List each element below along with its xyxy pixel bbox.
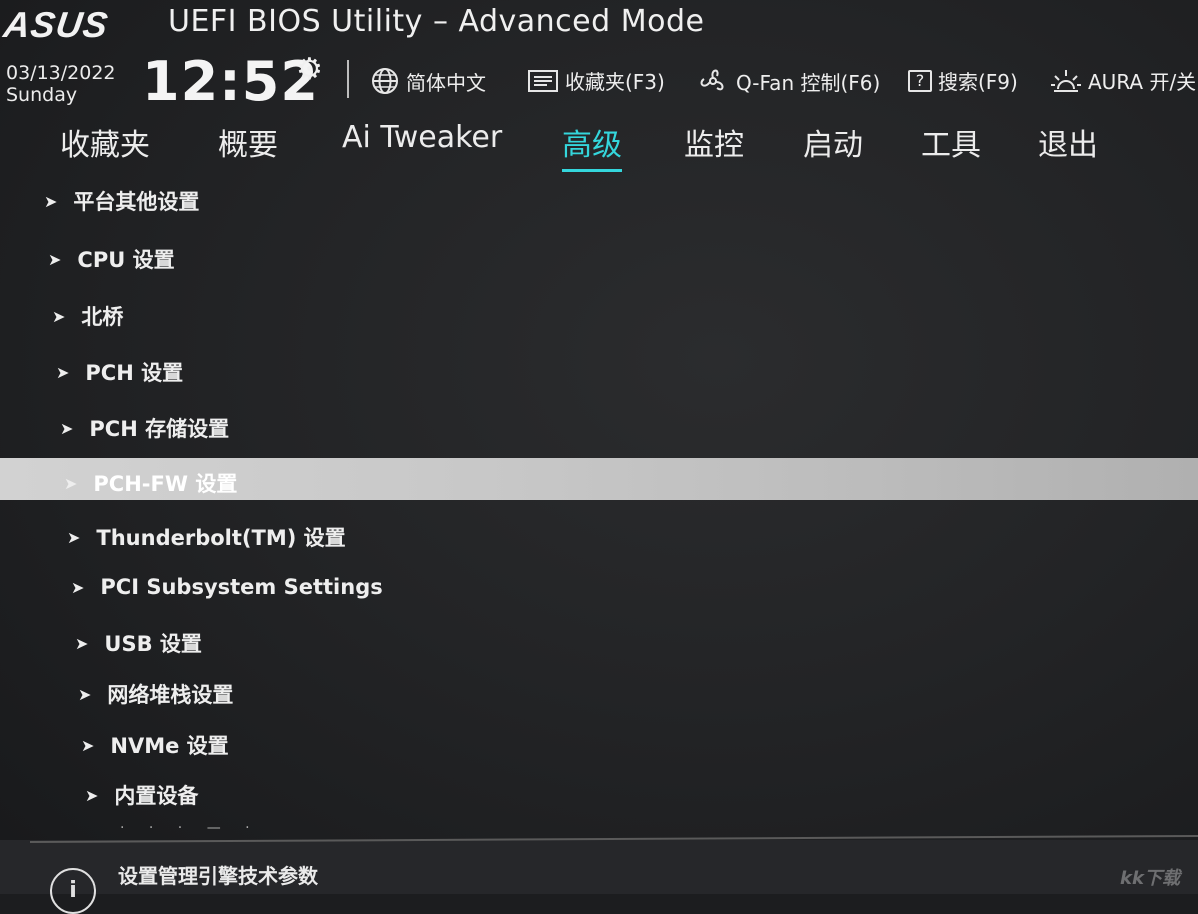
aura-button[interactable]: AURA 开/关	[1050, 66, 1196, 95]
header-bar: ASUS UEFI BIOS Utility – Advanced Mode 0…	[0, 0, 1198, 118]
menu-item-pch[interactable]: ➤ PCH 设置	[56, 357, 183, 387]
info-icon: i	[50, 868, 96, 914]
menu-item-thunderbolt[interactable]: ➤ Thunderbolt(TM) 设置	[67, 522, 346, 552]
chevron-right-icon: ➤	[64, 473, 78, 493]
language-button[interactable]: 简体中文	[370, 66, 486, 96]
menu-item-label: PCI Subsystem Settings	[100, 575, 383, 599]
menu-item-network-stack[interactable]: ➤ 网络堆栈设置	[78, 679, 233, 709]
date-value: 03/13/2022	[6, 62, 116, 84]
menu-item-label: Thunderbolt(TM) 设置	[96, 526, 346, 550]
menu-item-label: USB 设置	[104, 632, 202, 656]
aura-light-icon	[1050, 67, 1082, 95]
menu-item-label: 平台其他设置	[73, 190, 200, 214]
fan-icon	[696, 66, 730, 96]
menu-item-label: PCH 存储设置	[89, 417, 230, 441]
chevron-right-icon: ➤	[52, 306, 66, 326]
chevron-right-icon: ➤	[85, 785, 99, 805]
favorites-label: 收藏夹(F3)	[565, 70, 665, 94]
tab-tool[interactable]: 工具	[921, 120, 981, 164]
menu-item-label: CPU 设置	[77, 248, 175, 272]
aura-label: AURA 开/关	[1088, 70, 1197, 94]
qfan-label: Q-Fan 控制(F6)	[736, 70, 881, 95]
qfan-button[interactable]: Q-Fan 控制(F6)	[696, 66, 880, 96]
tab-exit[interactable]: 退出	[1038, 120, 1098, 164]
more-items-indicator: · · · — ·	[120, 820, 260, 836]
menu-item-onboard-devices[interactable]: ➤ 内置设备	[85, 780, 198, 810]
header-divider	[347, 60, 349, 98]
weekday-value: Sunday	[6, 84, 78, 106]
help-description: 设置管理引擎技术参数	[118, 864, 318, 888]
menu-item-usb[interactable]: ➤ USB 设置	[75, 628, 202, 658]
chevron-right-icon: ➤	[75, 633, 89, 653]
tab-advanced[interactable]: 高级	[562, 120, 622, 172]
tab-boot[interactable]: 启动	[803, 120, 863, 164]
tab-monitor[interactable]: 监控	[684, 120, 744, 164]
menu-item-label: 北桥	[81, 305, 124, 329]
asus-logo: ASUS	[1, 4, 111, 45]
menu-item-northbridge[interactable]: ➤ 北桥	[52, 301, 123, 331]
chevron-right-icon: ➤	[71, 577, 85, 597]
gear-icon[interactable]: ⚙	[296, 52, 323, 87]
tab-ai-tweaker[interactable]: Ai Tweaker	[342, 120, 502, 155]
menu-item-pch-storage[interactable]: ➤ PCH 存储设置	[60, 413, 229, 443]
chevron-right-icon: ➤	[81, 735, 95, 755]
chevron-right-icon: ➤	[44, 191, 58, 211]
menu-item-label: 网络堆栈设置	[107, 683, 234, 707]
menu-item-label: 内置设备	[114, 784, 199, 808]
clock-time: 12:52	[142, 50, 319, 113]
menu-item-label: PCH 设置	[85, 361, 184, 385]
menu-item-nvme[interactable]: ➤ NVMe 设置	[81, 730, 229, 760]
chevron-right-icon: ➤	[67, 527, 81, 547]
favorites-button[interactable]: 收藏夹(F3)	[527, 66, 665, 95]
chevron-right-icon: ➤	[56, 362, 70, 382]
tab-favorites[interactable]: 收藏夹	[60, 120, 150, 164]
menu-item-label: NVMe 设置	[110, 734, 229, 758]
search-button[interactable]: ? 搜索(F9)	[908, 66, 1018, 95]
menu-item-cpu[interactable]: ➤ CPU 设置	[48, 244, 175, 274]
chevron-right-icon: ➤	[78, 684, 92, 704]
menu-item-pci-subsystem[interactable]: ➤ PCI Subsystem Settings	[71, 575, 383, 599]
watermark: kk下载	[1120, 868, 1180, 889]
menu-item-pch-fw[interactable]: ➤ PCH-FW 设置	[64, 468, 237, 498]
date-display: 03/13/2022 Sunday	[6, 62, 116, 106]
language-label: 简体中文	[406, 70, 486, 95]
chevron-right-icon: ➤	[60, 418, 74, 438]
help-question-icon: ?	[908, 69, 932, 92]
chevron-right-icon: ➤	[48, 249, 62, 269]
search-label: 搜索(F9)	[938, 70, 1018, 94]
menu-item-label: PCH-FW 设置	[93, 472, 238, 496]
globe-icon	[370, 66, 400, 96]
favorites-list-icon	[527, 69, 559, 93]
tab-main[interactable]: 概要	[218, 120, 278, 164]
menu-item-platform-misc[interactable]: ➤ 平台其他设置	[44, 186, 199, 216]
app-title: UEFI BIOS Utility – Advanced Mode	[168, 4, 705, 39]
